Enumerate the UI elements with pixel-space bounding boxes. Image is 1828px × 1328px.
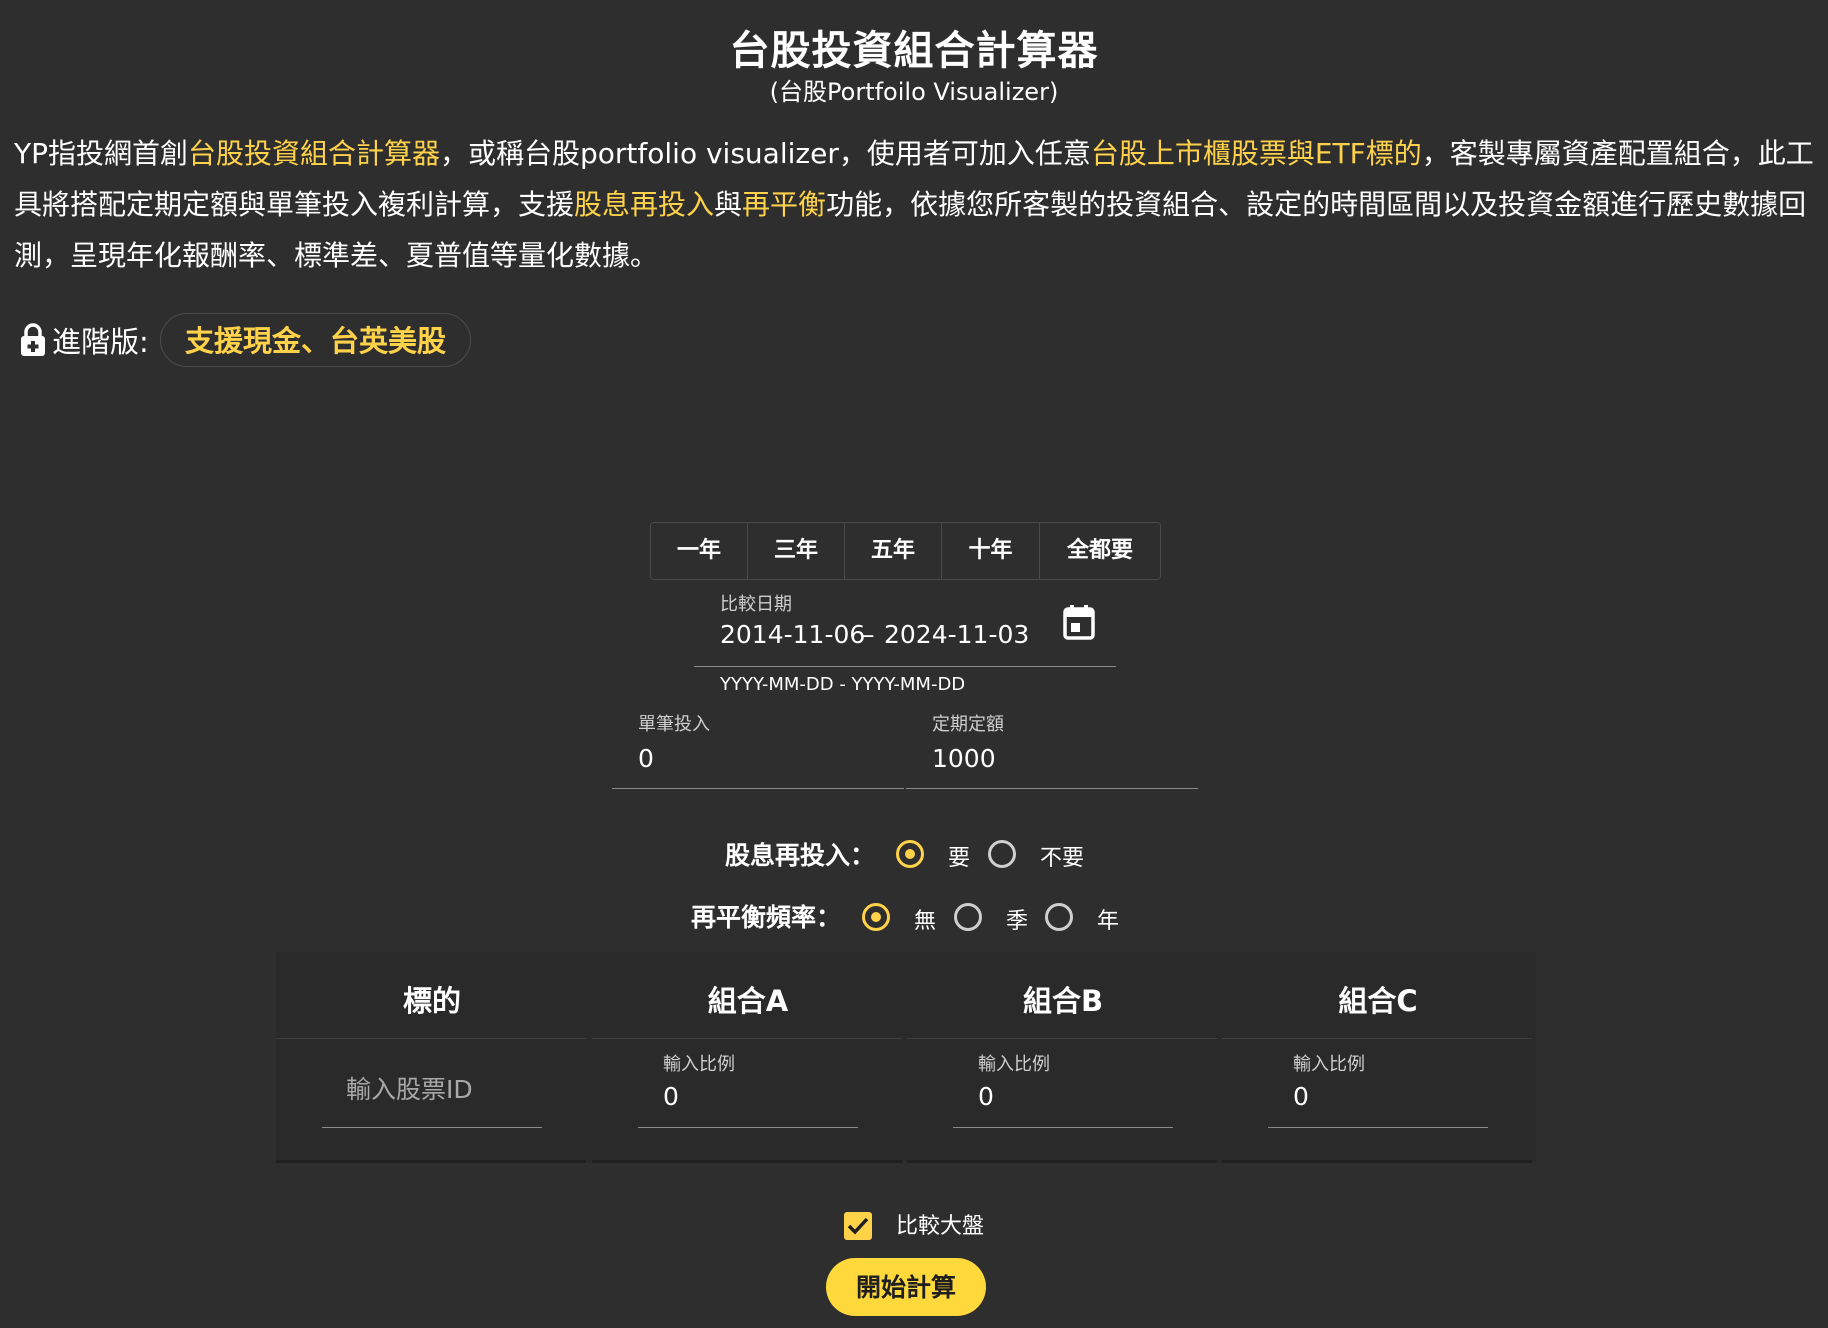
periodic-input[interactable]: 1000: [932, 744, 996, 773]
intro-highlight: 股息再投入: [574, 188, 715, 221]
table-bottom-divider: [1222, 1160, 1532, 1163]
intro-highlight: 台股投資組合計算器: [188, 137, 441, 170]
ratio-input-c[interactable]: 0: [1293, 1082, 1309, 1111]
table-bottom-divider: [276, 1160, 586, 1163]
ratio-input-b[interactable]: 0: [978, 1082, 994, 1111]
periodic-label: 定期定額: [932, 714, 1004, 735]
dividend-radio-yes[interactable]: [896, 840, 924, 868]
lump-sum-label: 單筆投入: [638, 714, 710, 735]
intro-text: ，或稱台股portfolio visualizer，使用者可加入任意: [440, 137, 1091, 170]
rebalance-title: 再平衡頻率：: [691, 903, 842, 932]
ratio-label-b: 輸入比例: [978, 1054, 1050, 1075]
date-range-label: 比較日期: [720, 594, 792, 615]
date-format-helper: YYYY-MM-DD - YYYY-MM-DD: [720, 674, 966, 695]
date-separator: –: [862, 620, 875, 649]
period-button-10y[interactable]: 十年: [942, 523, 1040, 579]
period-button-group: 一年 三年 五年 十年 全都要: [650, 522, 1161, 580]
date-range-underline: [694, 666, 1116, 667]
check-icon: [847, 1217, 869, 1235]
rebalance-option-quarter: 季: [1006, 909, 1029, 934]
compare-market-label: 比較大盤: [896, 1214, 985, 1239]
page-subtitle: (台股Portfoilo Visualizer): [769, 78, 1059, 106]
stock-id-underline: [322, 1127, 542, 1128]
rebalance-option-none: 無: [914, 909, 937, 934]
ratio-underline-c: [1268, 1127, 1488, 1128]
date-end-input[interactable]: 2024-11-03: [884, 620, 1029, 649]
period-button-3y[interactable]: 三年: [748, 523, 845, 579]
rebalance-radio-year[interactable]: [1045, 903, 1073, 931]
dividend-option-yes: 要: [948, 846, 971, 871]
calendar-icon[interactable]: [1062, 604, 1096, 640]
period-button-all[interactable]: 全都要: [1040, 523, 1160, 579]
intro-highlight: 台股上市櫃股票與ETF標的: [1090, 137, 1422, 170]
intro-paragraph: YP指投網首創台股投資組合計算器，或稱台股portfolio visualize…: [14, 128, 1814, 281]
page-title: 台股投資組合計算器: [729, 28, 1099, 74]
table-header-asset: 標的: [402, 984, 461, 1018]
dividend-title: 股息再投入：: [725, 841, 876, 870]
table-header-portfolio-a: 組合A: [707, 984, 789, 1018]
ratio-label-c: 輸入比例: [1293, 1054, 1365, 1075]
rebalance-radio-quarter[interactable]: [954, 903, 982, 931]
start-calculation-button[interactable]: 開始計算: [826, 1258, 986, 1316]
intro-text: YP指投網首創: [14, 137, 188, 170]
ratio-underline-b: [953, 1127, 1173, 1128]
advanced-label: 進階版:: [52, 325, 149, 359]
table-divider: [1222, 1038, 1532, 1039]
compare-market-checkbox[interactable]: [844, 1212, 872, 1240]
stock-id-input[interactable]: 輸入股票ID: [346, 1070, 473, 1106]
intro-text: 與: [714, 188, 743, 221]
ratio-input-a[interactable]: 0: [663, 1082, 679, 1111]
rebalance-radio-none[interactable]: [862, 903, 890, 931]
table-bottom-divider: [907, 1160, 1217, 1163]
ratio-underline-a: [638, 1127, 858, 1128]
lump-sum-input[interactable]: 0: [638, 744, 654, 773]
period-button-5y[interactable]: 五年: [845, 523, 942, 579]
advanced-chip[interactable]: 支援現金、台英美股: [160, 313, 472, 367]
period-button-1y[interactable]: 一年: [651, 523, 748, 579]
date-start-input[interactable]: 2014-11-06: [720, 620, 865, 649]
table-header-portfolio-c: 組合C: [1338, 984, 1418, 1018]
periodic-underline: [906, 788, 1198, 789]
dividend-option-no: 不要: [1040, 846, 1085, 871]
intro-highlight: 再平衡: [742, 188, 827, 221]
ratio-label-a: 輸入比例: [663, 1054, 735, 1075]
table-divider: [907, 1038, 1217, 1039]
table-header-portfolio-b: 組合B: [1022, 984, 1104, 1018]
table-divider: [276, 1038, 586, 1039]
dividend-radio-no[interactable]: [988, 840, 1016, 868]
rebalance-option-year: 年: [1097, 909, 1120, 934]
lump-sum-underline: [612, 788, 904, 789]
lock-icon: [21, 323, 45, 356]
table-divider: [592, 1038, 902, 1039]
table-bottom-divider: [592, 1160, 902, 1163]
